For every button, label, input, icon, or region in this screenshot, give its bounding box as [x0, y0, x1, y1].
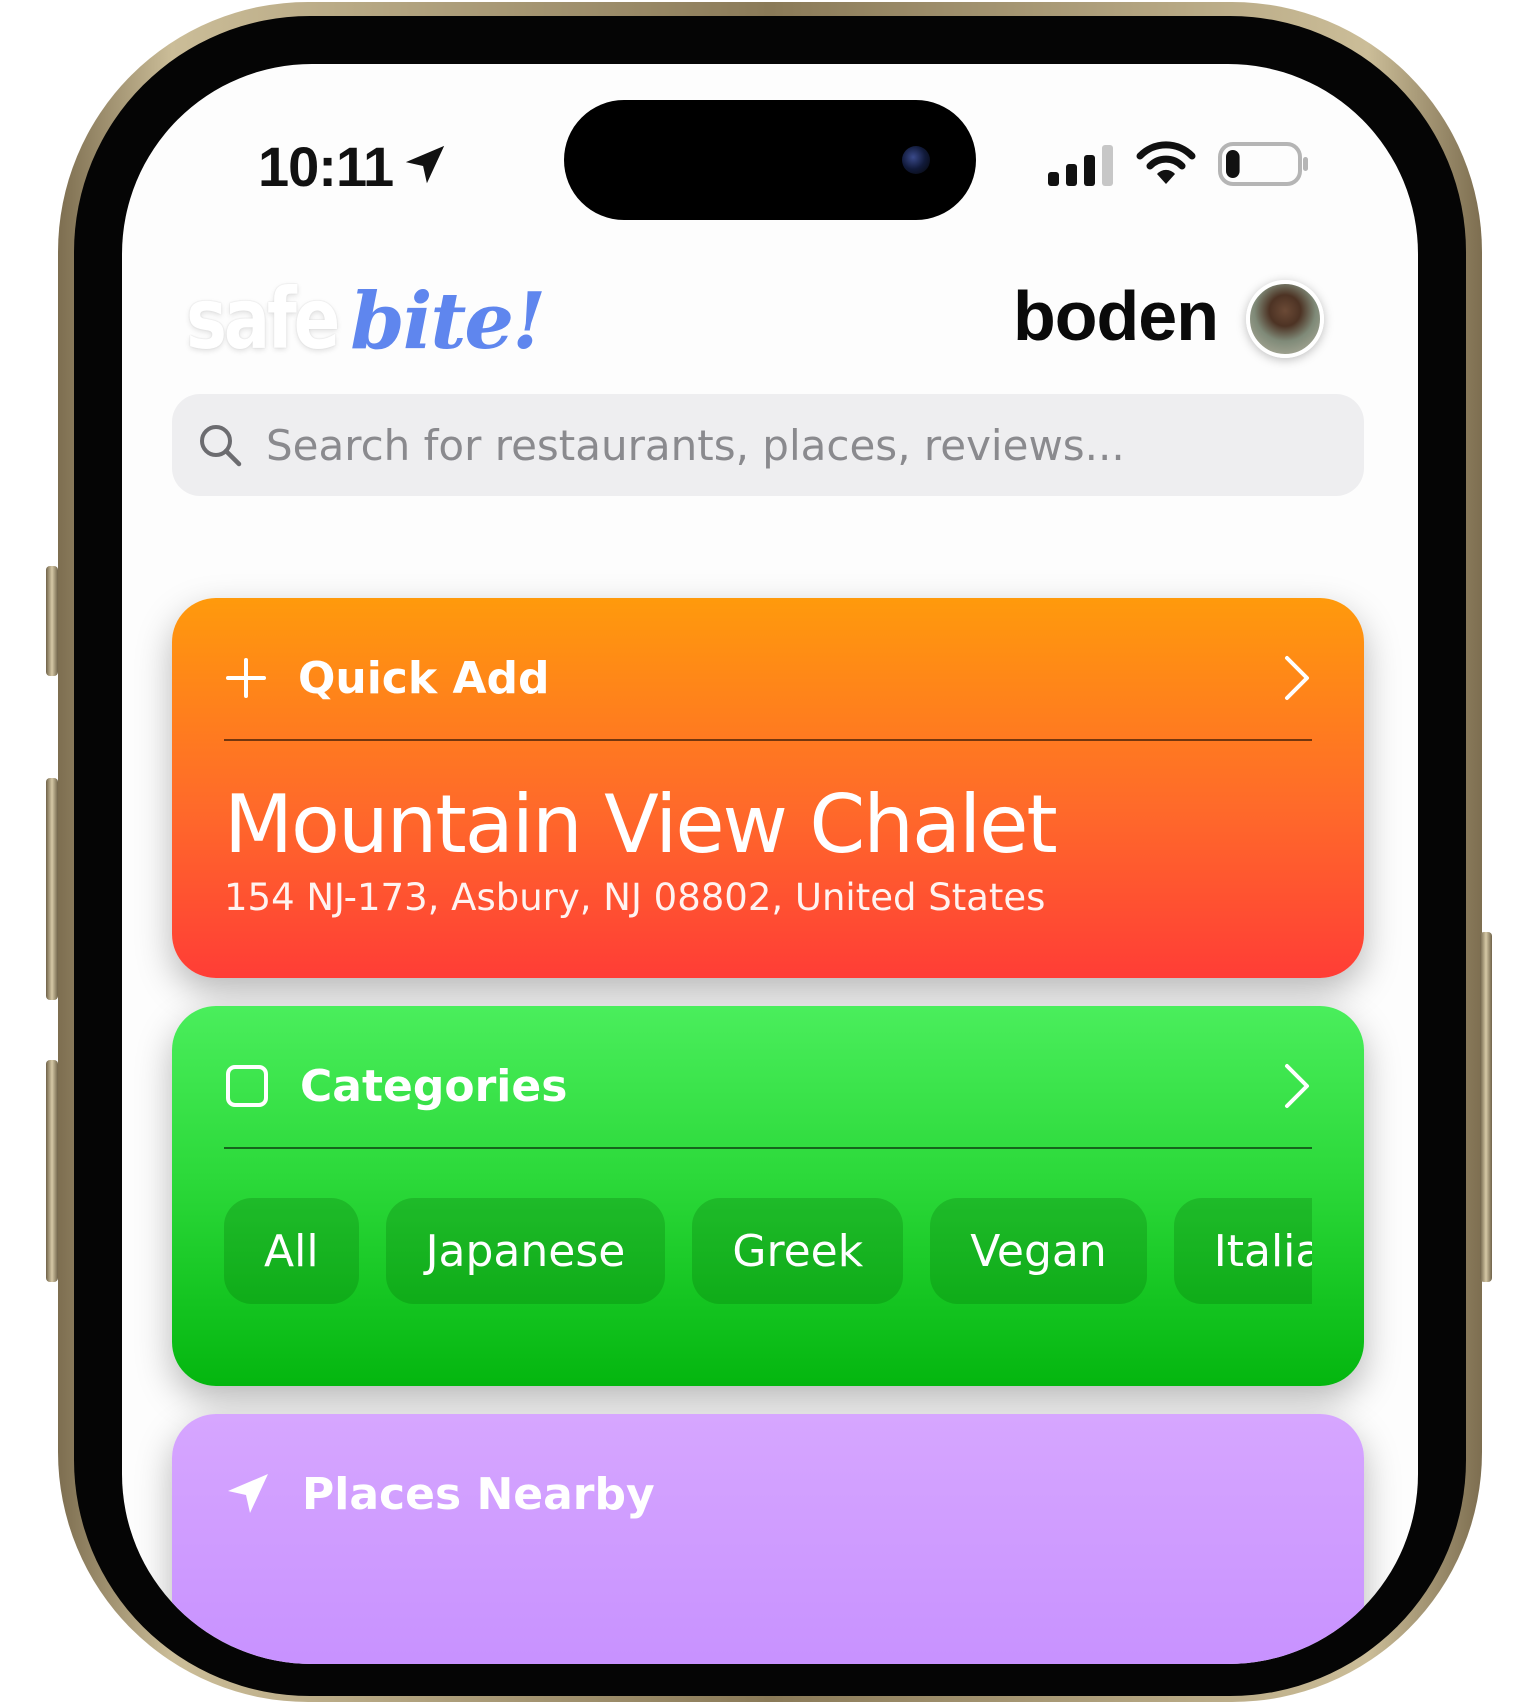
search-icon: [200, 425, 242, 467]
square-icon: [226, 1065, 268, 1107]
search-input[interactable]: [264, 419, 1328, 471]
category-chip-vegan[interactable]: Vegan: [930, 1198, 1147, 1304]
category-chip-italian[interactable]: Italia: [1173, 1198, 1312, 1304]
places-nearby-title: Places Nearby: [302, 1468, 655, 1520]
categories-header[interactable]: Categories: [224, 1050, 1312, 1122]
place-name[interactable]: Mountain View Chalet: [224, 778, 1058, 871]
categories-title: Categories: [300, 1060, 568, 1112]
category-chip-japanese[interactable]: Japanese: [385, 1198, 666, 1304]
dynamic-island: [564, 100, 976, 220]
divider: [224, 739, 1312, 741]
cellular-signal-icon: [1048, 145, 1113, 186]
chevron-right-icon[interactable]: [1282, 654, 1312, 702]
username[interactable]: boden: [1013, 276, 1219, 356]
category-chip-list[interactable]: All Japanese Greek Vegan Italia: [224, 1198, 1312, 1308]
categories-card[interactable]: Categories All Japanese Greek Vegan Ital…: [172, 1006, 1364, 1386]
quick-add-title: Quick Add: [298, 652, 550, 704]
logo-bite-text: bite!: [350, 276, 546, 367]
avatar[interactable]: [1246, 280, 1324, 358]
divider: [224, 1147, 1312, 1149]
status-time: 10:11: [258, 135, 394, 198]
places-nearby-card[interactable]: Places Nearby: [172, 1414, 1364, 1664]
phone-screen: 10:11 safe bite! boden Search for restau…: [122, 64, 1418, 1664]
battery-icon: [1218, 142, 1308, 186]
power-button: [1480, 932, 1492, 1282]
quick-add-header[interactable]: Quick Add: [224, 642, 1312, 714]
category-chip-greek[interactable]: Greek: [692, 1198, 904, 1304]
search-bar[interactable]: [172, 394, 1364, 496]
quick-add-card[interactable]: Quick Add Mountain View Chalet 154 NJ-17…: [172, 598, 1364, 978]
location-arrow-icon: [228, 1474, 268, 1513]
plus-icon: [226, 658, 266, 698]
app-logo: safe bite!: [186, 270, 546, 368]
volume-down-button: [46, 1060, 58, 1282]
front-camera-icon: [902, 146, 930, 174]
volume-up-button: [46, 778, 58, 1000]
category-chip-all[interactable]: All: [224, 1198, 359, 1304]
location-arrow-icon: [405, 145, 445, 184]
place-address: 154 NJ-173, Asbury, NJ 08802, United Sta…: [224, 876, 1046, 919]
places-nearby-header[interactable]: Places Nearby: [224, 1458, 1312, 1530]
chevron-right-icon[interactable]: [1282, 1062, 1312, 1110]
wifi-icon: [1136, 141, 1196, 184]
action-button: [46, 566, 58, 676]
logo-safe-text: safe: [186, 270, 340, 368]
